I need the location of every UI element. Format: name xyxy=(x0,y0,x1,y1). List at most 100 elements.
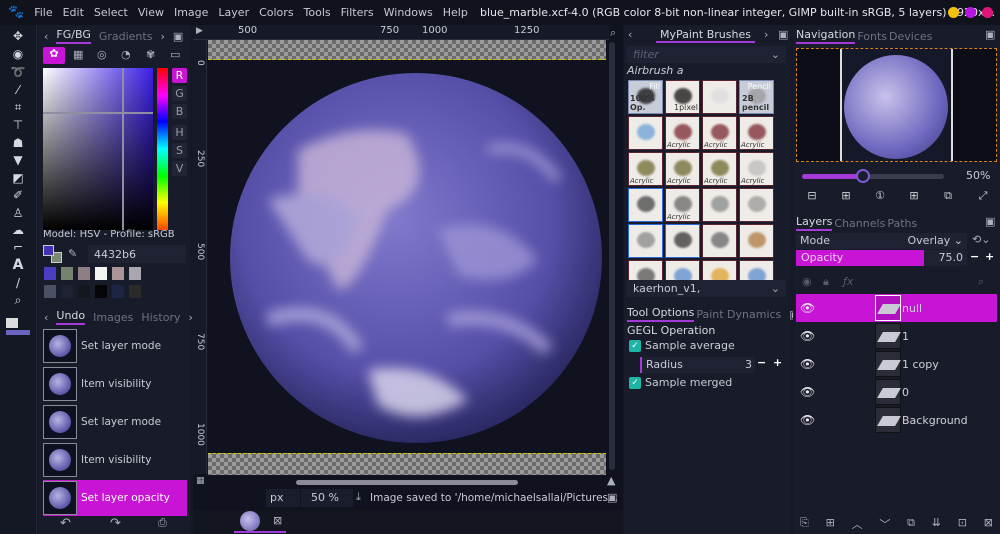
new-layer-icon[interactable]: ⎘ xyxy=(800,516,809,532)
fit-image-icon[interactable]: ⊞ xyxy=(907,189,921,203)
tab-tool-options[interactable]: Tool Options xyxy=(627,306,695,322)
channel-h-button[interactable]: H xyxy=(172,125,187,140)
color-history-swatch[interactable] xyxy=(129,267,141,280)
channel-g-button[interactable]: G xyxy=(172,86,187,101)
opacity-decrease-button[interactable]: − xyxy=(970,250,979,263)
brush-preset[interactable]: 1pixel xyxy=(665,80,700,114)
undo-icon[interactable]: ↶ xyxy=(60,516,71,531)
brush-preset[interactable]: Acrylic xyxy=(628,152,663,186)
sample-average-checkbox[interactable]: ✓ Sample average xyxy=(629,339,735,352)
tab-history[interactable]: History xyxy=(141,311,180,324)
tab-fonts[interactable]: Fonts xyxy=(857,30,887,43)
zoom-canvas-icon[interactable]: ⌕ xyxy=(610,26,616,40)
paths-icon[interactable]: ⌐ xyxy=(9,239,27,255)
close-button[interactable] xyxy=(982,7,993,18)
globe-image[interactable] xyxy=(208,60,606,453)
tab-prev-icon[interactable]: ‹ xyxy=(44,30,48,43)
shrink-wrap-icon[interactable]: ⧉ xyxy=(941,189,955,203)
unit-select[interactable]: px ⌄ xyxy=(266,489,300,517)
effects-icon[interactable]: ƒx xyxy=(843,275,853,288)
brush-preset[interactable] xyxy=(702,224,737,258)
opacity-slider[interactable]: Opacity 75.0 xyxy=(796,250,967,266)
hue-slider[interactable] xyxy=(157,68,168,230)
brush-preset[interactable] xyxy=(628,116,663,150)
tab-paths[interactable]: Paths xyxy=(887,217,917,230)
menu-filters[interactable]: Filters xyxy=(341,6,374,19)
hex-input[interactable]: 4432b6 xyxy=(88,245,186,263)
layer-row[interactable]: 👁︎ 1 copy xyxy=(796,350,997,378)
canvas-corner-icon[interactable]: ▦ xyxy=(196,476,205,486)
channel-v-button[interactable]: V xyxy=(172,161,187,176)
color-history-swatch[interactable] xyxy=(78,267,90,280)
zoom-in-icon[interactable]: ⊞ xyxy=(839,189,853,203)
menu-windows[interactable]: Windows xyxy=(384,6,433,19)
smudge-icon[interactable]: ☁ xyxy=(9,222,27,238)
brush-preset[interactable] xyxy=(739,188,774,222)
lock-icon[interactable]: 🔒︎ xyxy=(823,275,829,289)
tab-paint-dynamics[interactable]: Paint Dynamics xyxy=(696,308,781,321)
scales-selector-icon[interactable]: ▭ xyxy=(170,48,180,61)
close-image-tab-icon[interactable]: ⊠ xyxy=(273,514,282,527)
tab-layers[interactable]: Layers xyxy=(796,215,833,231)
brush-preset[interactable]: Acrylic xyxy=(665,152,700,186)
brush-preset[interactable]: 100% Op. Fill xyxy=(628,80,663,114)
layer-mode-select[interactable]: Mode Overlay ⌄ xyxy=(796,233,967,249)
color-history-swatch[interactable] xyxy=(61,285,73,298)
brush-preset[interactable] xyxy=(702,188,737,222)
eye-icon[interactable]: 👁︎ xyxy=(800,357,822,371)
color-history-swatch[interactable] xyxy=(78,285,90,298)
gradient-icon[interactable]: ◩ xyxy=(9,170,27,186)
opacity-increase-button[interactable]: + xyxy=(985,250,994,263)
gimp-logo-icon[interactable]: 🐾 xyxy=(8,5,24,20)
brush-set-select[interactable]: kaerhon_v1, ⌄ xyxy=(627,280,786,297)
navigate-icon[interactable]: ▲ xyxy=(607,474,615,487)
dock-menu-icon[interactable]: ▣ xyxy=(985,215,995,228)
bucket-fill-icon[interactable]: ▼ xyxy=(9,152,27,168)
lasso-icon[interactable]: ➰ xyxy=(9,64,27,80)
color-history-swatch[interactable] xyxy=(95,285,107,298)
fit-window-icon[interactable]: ⤢ xyxy=(976,189,990,203)
mode-reset-icon[interactable]: ⟲⌄ xyxy=(972,233,990,246)
undo-item[interactable]: Set layer opacity xyxy=(43,480,187,516)
menu-image[interactable]: Image xyxy=(174,6,208,19)
redo-icon[interactable]: ↷ xyxy=(110,516,121,531)
brush-preset[interactable] xyxy=(628,224,663,258)
dock-menu-icon[interactable]: ▣ xyxy=(778,28,788,41)
horizontal-scrollbar[interactable] xyxy=(296,480,518,485)
vertical-ruler[interactable]: 0 250 500 750 1000 xyxy=(193,40,207,474)
tab-devices[interactable]: Devices xyxy=(889,30,932,43)
brush-preview-icon[interactable] xyxy=(6,318,18,328)
channel-r-button[interactable]: R xyxy=(172,68,187,83)
brush-preset[interactable] xyxy=(702,80,737,114)
tab-channels[interactable]: Channels xyxy=(834,217,885,230)
tab-images[interactable]: Images xyxy=(93,311,133,324)
sample-merged-checkbox[interactable]: ✓ Sample merged xyxy=(629,376,732,389)
tab-next-icon[interactable]: › xyxy=(160,30,164,43)
brush-preset[interactable]: Acrylic xyxy=(665,188,700,222)
layer-row[interactable]: 👁︎ 0 xyxy=(796,378,997,406)
eye-icon[interactable]: 👁︎ xyxy=(800,301,822,315)
brush-preset[interactable]: Pencil 2B pencil xyxy=(739,80,774,114)
text-tool-icon[interactable]: A xyxy=(9,257,27,273)
brush-preset[interactable]: Acrylic xyxy=(702,116,737,150)
fuzzy-select-icon[interactable]: ⁄ xyxy=(9,82,27,98)
menu-view[interactable]: View xyxy=(138,6,164,19)
tab-fgbg[interactable]: FG/BG xyxy=(56,28,91,44)
brush-preset[interactable]: Acrylic xyxy=(665,116,700,150)
color-history-swatch[interactable] xyxy=(95,267,107,280)
gimp-selector-icon[interactable]: ✿ xyxy=(43,47,65,64)
menu-file[interactable]: File xyxy=(34,6,52,19)
brush-preset[interactable]: Acrylic xyxy=(739,116,774,150)
undo-item[interactable]: Item visibility xyxy=(43,442,187,478)
layer-row[interactable]: 👁︎ 1 xyxy=(796,322,997,350)
crop-icon[interactable]: ⌗ xyxy=(9,99,27,115)
lower-layer-icon[interactable]: ﹀ xyxy=(879,516,890,532)
mask-icon[interactable]: ⊡ xyxy=(958,516,967,532)
layer-row[interactable]: 👁︎ Background xyxy=(796,406,997,434)
merge-layer-icon[interactable]: ⇊ xyxy=(932,516,941,532)
menu-tools[interactable]: Tools xyxy=(304,6,331,19)
dock-menu-icon[interactable]: ▣ xyxy=(985,28,995,41)
visibility-lock-icon[interactable]: ◉ xyxy=(802,275,812,288)
color-history-swatch[interactable] xyxy=(61,267,73,280)
ellipse-select-icon[interactable]: ◉ xyxy=(9,46,27,62)
